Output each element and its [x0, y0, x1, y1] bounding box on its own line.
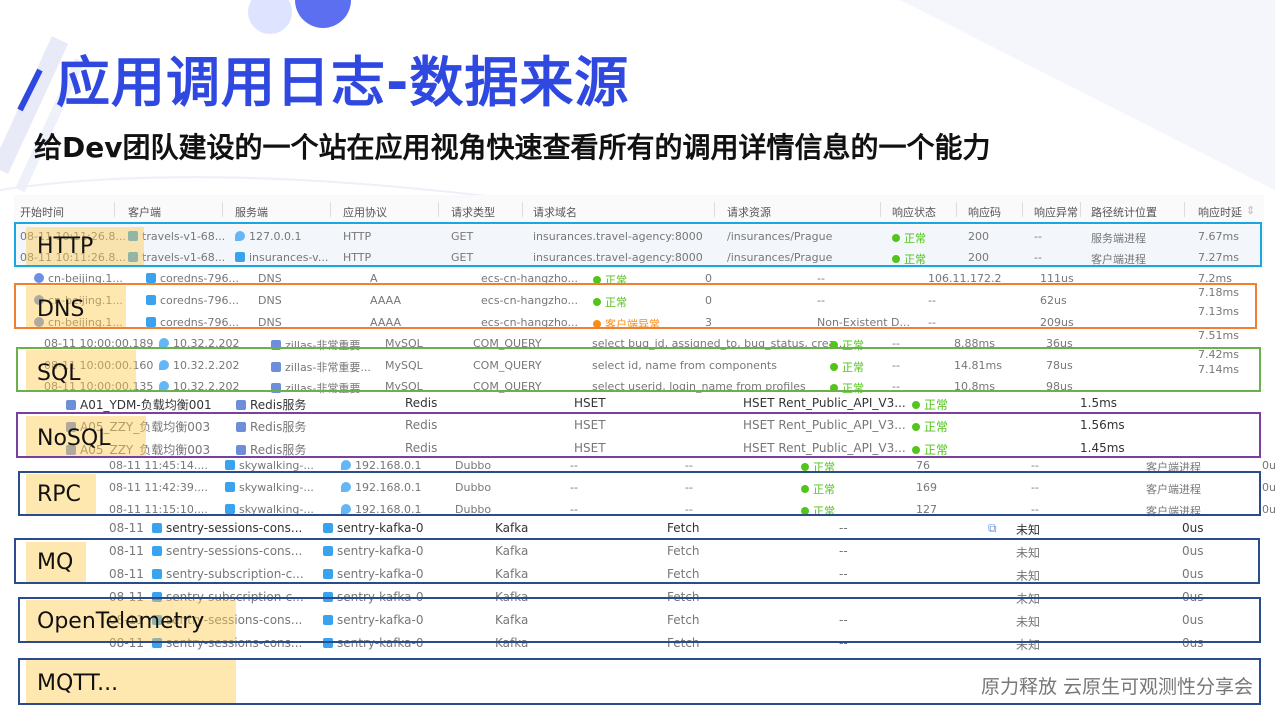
- footer-text: 原力释放 云原生可观测性分享会: [980, 676, 1253, 698]
- category-dns: DNS: [37, 297, 85, 322]
- opentelemetry-box: [18, 597, 1261, 643]
- pod-icon: [323, 523, 333, 533]
- pod-icon: [146, 273, 156, 283]
- host-icon: [34, 273, 44, 283]
- category-nosql: NoSQL: [37, 426, 111, 451]
- col-request-domain[interactable]: 请求域名: [533, 204, 577, 220]
- category-rpc: RPC: [37, 482, 81, 507]
- copy-icon[interactable]: ⧉: [988, 521, 997, 536]
- mq-box: [14, 538, 1260, 584]
- pod-icon: [152, 523, 162, 533]
- monitor-icon: [66, 400, 76, 410]
- http-box: [14, 222, 1262, 267]
- col-response-status[interactable]: 响应状态: [892, 204, 936, 220]
- page-title: 应用调用日志-数据来源: [56, 51, 630, 114]
- category-mqtt: MQTT...: [37, 671, 119, 696]
- category-sql: SQL: [37, 361, 81, 386]
- col-response-error[interactable]: 响应异常: [1034, 204, 1078, 220]
- col-response-code[interactable]: 响应码: [968, 204, 1001, 220]
- category-mq: MQ: [37, 550, 74, 575]
- table-row[interactable]: A01_YDM-负载均衡001 Redis服务 Redis HSET HSET …: [44, 391, 1240, 413]
- ok-status-icon: [912, 401, 920, 409]
- category-opentelemetry: OpenTelemetry: [37, 609, 205, 634]
- col-request-type[interactable]: 请求类型: [451, 204, 495, 220]
- ok-status-icon: [801, 463, 809, 471]
- sort-icon[interactable]: ⇕: [1246, 204, 1255, 217]
- col-client[interactable]: 客户端: [128, 204, 161, 220]
- pod-icon: [225, 460, 235, 470]
- service-icon: [236, 400, 246, 410]
- nosql-box: [16, 412, 1261, 458]
- sql-box: [16, 347, 1261, 392]
- col-protocol[interactable]: 应用协议: [343, 204, 387, 220]
- col-server[interactable]: 服务端: [235, 204, 268, 220]
- col-latency[interactable]: 响应时延: [1198, 204, 1242, 220]
- col-start-time[interactable]: 开始时间: [20, 204, 64, 220]
- category-http: HTTP: [37, 234, 94, 259]
- col-path-location[interactable]: 路径统计位置: [1091, 204, 1157, 220]
- rpc-box: [18, 471, 1261, 516]
- col-request-resource[interactable]: 请求资源: [727, 204, 771, 220]
- dns-box: [14, 283, 1257, 329]
- ip-icon: [341, 460, 351, 470]
- table-row[interactable]: 08-11 sentry-sessions-cons... sentry-kaf…: [100, 516, 1240, 538]
- page-subtitle: 给Dev团队建设的一个站在应用视角快速查看所有的调用详情信息的一个能力: [34, 131, 991, 164]
